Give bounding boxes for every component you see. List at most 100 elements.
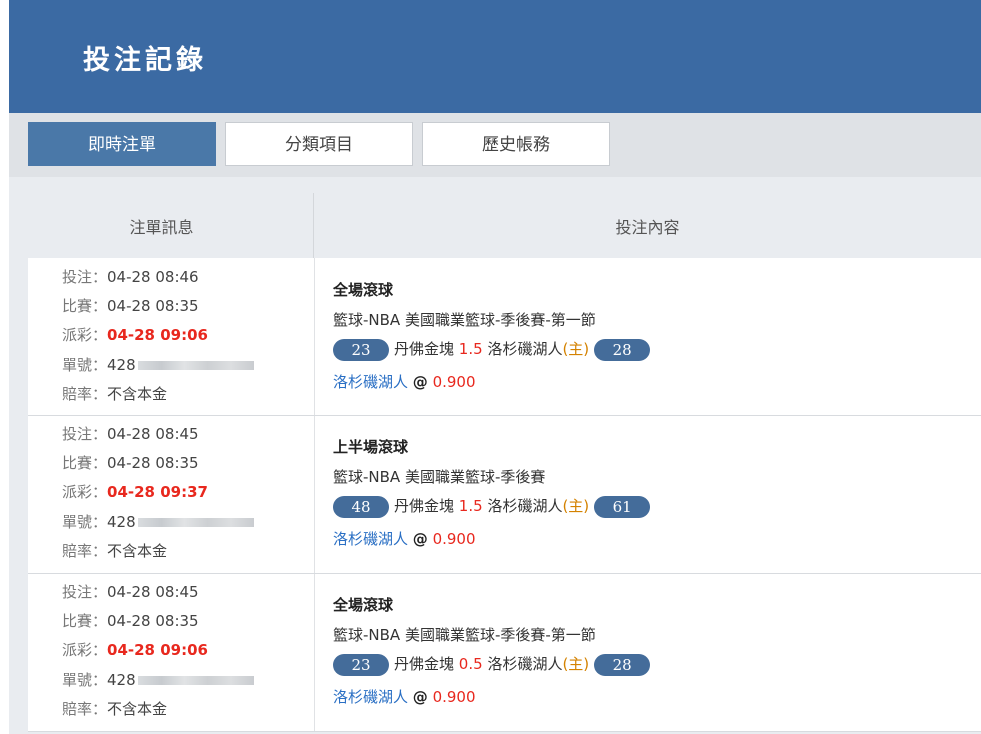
bet-content-cell: 全場滾球 籃球-NBA 美國職業籃球-季後賽-第一節 23 丹佛金塊 0.5 洛杉… bbox=[333, 574, 981, 731]
ticket-label: 單號： bbox=[62, 356, 108, 374]
ticket-label: 單號： bbox=[62, 671, 108, 689]
bet-time-label: 投注： bbox=[62, 268, 108, 286]
away-team: 丹佛金塊 bbox=[394, 497, 455, 515]
home-team: 洛杉磯湖人 bbox=[487, 655, 563, 673]
home-score-badge: 61 bbox=[594, 495, 651, 518]
odds-value: 0.900 bbox=[432, 530, 476, 548]
league-name: 籃球-NBA 美國職業籃球-季後賽 bbox=[333, 468, 546, 486]
handicap-value: 1.5 bbox=[458, 340, 483, 358]
picked-team: 洛杉磯湖人 bbox=[333, 688, 409, 706]
bet-info-cell: 投注：04-28 08:45 比賽：04-28 08:35 派彩：04-28 0… bbox=[28, 416, 315, 573]
home-score-badge: 28 bbox=[594, 653, 651, 676]
ticket-line: 單號：428 bbox=[62, 355, 254, 375]
market-name: 全場滾球 bbox=[333, 596, 394, 614]
bet-time-line: 投注：04-28 08:46 bbox=[62, 267, 199, 287]
odds-value: 0.900 bbox=[432, 373, 476, 391]
ticket-number: 428 bbox=[107, 356, 136, 374]
handicap-value: 1.5 bbox=[458, 497, 483, 515]
odds-type-label: 賠率： bbox=[62, 385, 108, 403]
tab-live-bets[interactable]: 即時注單 bbox=[28, 122, 216, 166]
matchup-line: 23 丹佛金塊 0.5 洛杉磯湖人(主) 28 bbox=[333, 653, 651, 676]
tab-bar: 即時注單 分類項目 歷史帳務 bbox=[9, 113, 981, 177]
odds-type-line: 賠率：不含本金 bbox=[62, 699, 167, 719]
pick-line: 洛杉磯湖人 @ 0.900 bbox=[333, 686, 476, 708]
bet-row: 投注：04-28 08:46 比賽：04-28 08:35 派彩：04-28 0… bbox=[28, 258, 981, 416]
match-time-value: 04-28 08:35 bbox=[107, 454, 199, 472]
ticket-number-redacted bbox=[137, 361, 254, 370]
home-marker: (主) bbox=[562, 340, 590, 358]
bet-row: 投注：04-28 08:45 比賽：04-28 08:35 派彩：04-28 0… bbox=[28, 416, 981, 574]
ticket-number-redacted bbox=[137, 518, 254, 527]
ticket-line: 單號：428 bbox=[62, 670, 254, 690]
bet-info-cell: 投注：04-28 08:46 比賽：04-28 08:35 派彩：04-28 0… bbox=[28, 258, 315, 415]
bet-time-value: 04-28 08:46 bbox=[107, 268, 199, 286]
app-frame: 投注記錄 即時注單 分類項目 歷史帳務 注單訊息 投注內容 投注：04-28 0… bbox=[9, 0, 981, 734]
ticket-line: 單號：428 bbox=[62, 512, 254, 532]
home-marker: (主) bbox=[562, 497, 590, 515]
bet-time-value: 04-28 08:45 bbox=[107, 583, 199, 601]
odds-value: 0.900 bbox=[432, 688, 476, 706]
market-name: 全場滾球 bbox=[333, 281, 394, 299]
bet-time-label: 投注： bbox=[62, 583, 108, 601]
away-team: 丹佛金塊 bbox=[394, 655, 455, 673]
odds-type-label: 賠率： bbox=[62, 542, 108, 560]
payout-time-value: 04-28 09:37 bbox=[107, 483, 208, 501]
payout-time-value: 04-28 09:06 bbox=[107, 326, 208, 344]
payout-time-value: 04-28 09:06 bbox=[107, 641, 208, 659]
odds-type-line: 賠率：不含本金 bbox=[62, 541, 167, 561]
bet-content-cell: 上半場滾球 籃球-NBA 美國職業籃球-季後賽 48 丹佛金塊 1.5 洛杉磯湖人… bbox=[333, 416, 981, 573]
match-time-line: 比賽：04-28 08:35 bbox=[62, 453, 199, 473]
at-symbol: @ bbox=[412, 688, 428, 706]
away-score-badge: 23 bbox=[333, 653, 389, 676]
column-header-bet-content: 投注內容 bbox=[615, 218, 680, 237]
market-name: 上半場滾球 bbox=[333, 438, 409, 456]
league-name: 籃球-NBA 美國職業籃球-季後賽-第一節 bbox=[333, 311, 596, 329]
ticket-number: 428 bbox=[107, 513, 136, 531]
league-name: 籃球-NBA 美國職業籃球-季後賽-第一節 bbox=[333, 626, 596, 644]
odds-type-label: 賠率： bbox=[62, 700, 108, 718]
tab-categories[interactable]: 分類項目 bbox=[225, 122, 413, 166]
home-marker: (主) bbox=[562, 655, 590, 673]
home-team: 洛杉磯湖人 bbox=[487, 497, 563, 515]
match-time-label: 比賽： bbox=[62, 297, 108, 315]
match-time-line: 比賽：04-28 08:35 bbox=[62, 296, 199, 316]
bet-row: 投注：04-28 08:45 比賽：04-28 08:35 派彩：04-28 0… bbox=[28, 574, 981, 732]
payout-time-label: 派彩： bbox=[62, 483, 108, 501]
column-header-bet-info: 注單訊息 bbox=[129, 218, 194, 237]
handicap-value: 0.5 bbox=[458, 655, 483, 673]
pick-line: 洛杉磯湖人 @ 0.900 bbox=[333, 528, 476, 550]
ticket-number: 428 bbox=[107, 671, 136, 689]
page-title: 投注記錄 bbox=[83, 45, 207, 76]
match-time-line: 比賽：04-28 08:35 bbox=[62, 611, 199, 631]
header-bar: 投注記錄 bbox=[9, 0, 981, 113]
match-time-value: 04-28 08:35 bbox=[107, 297, 199, 315]
matchup-line: 23 丹佛金塊 1.5 洛杉磯湖人(主) 28 bbox=[333, 338, 651, 361]
pick-line: 洛杉磯湖人 @ 0.900 bbox=[333, 371, 476, 393]
matchup-line: 48 丹佛金塊 1.5 洛杉磯湖人(主) 61 bbox=[333, 495, 651, 518]
picked-team: 洛杉磯湖人 bbox=[333, 373, 409, 391]
at-symbol: @ bbox=[412, 530, 428, 548]
payout-time-label: 派彩： bbox=[62, 326, 108, 344]
away-score-badge: 23 bbox=[333, 338, 389, 361]
picked-team: 洛杉磯湖人 bbox=[333, 530, 409, 548]
match-time-label: 比賽： bbox=[62, 454, 108, 472]
tab-history[interactable]: 歷史帳務 bbox=[422, 122, 610, 166]
payout-time-line: 派彩：04-28 09:37 bbox=[62, 482, 208, 502]
home-score-badge: 28 bbox=[594, 338, 651, 361]
at-symbol: @ bbox=[412, 373, 428, 391]
ticket-label: 單號： bbox=[62, 513, 108, 531]
bet-time-line: 投注：04-28 08:45 bbox=[62, 424, 199, 444]
bet-time-line: 投注：04-28 08:45 bbox=[62, 582, 199, 602]
odds-type-value: 不含本金 bbox=[107, 542, 168, 560]
away-team: 丹佛金塊 bbox=[394, 340, 455, 358]
match-time-label: 比賽： bbox=[62, 612, 108, 630]
bet-info-cell: 投注：04-28 08:45 比賽：04-28 08:35 派彩：04-28 0… bbox=[28, 574, 315, 731]
away-score-badge: 48 bbox=[333, 495, 389, 518]
ticket-number-redacted bbox=[137, 676, 254, 685]
match-time-value: 04-28 08:35 bbox=[107, 612, 199, 630]
payout-time-line: 派彩：04-28 09:06 bbox=[62, 325, 208, 345]
bet-content-cell: 全場滾球 籃球-NBA 美國職業籃球-季後賽-第一節 23 丹佛金塊 1.5 洛杉… bbox=[333, 258, 981, 415]
bet-time-label: 投注： bbox=[62, 425, 108, 443]
payout-time-label: 派彩： bbox=[62, 641, 108, 659]
odds-type-line: 賠率：不含本金 bbox=[62, 384, 167, 404]
